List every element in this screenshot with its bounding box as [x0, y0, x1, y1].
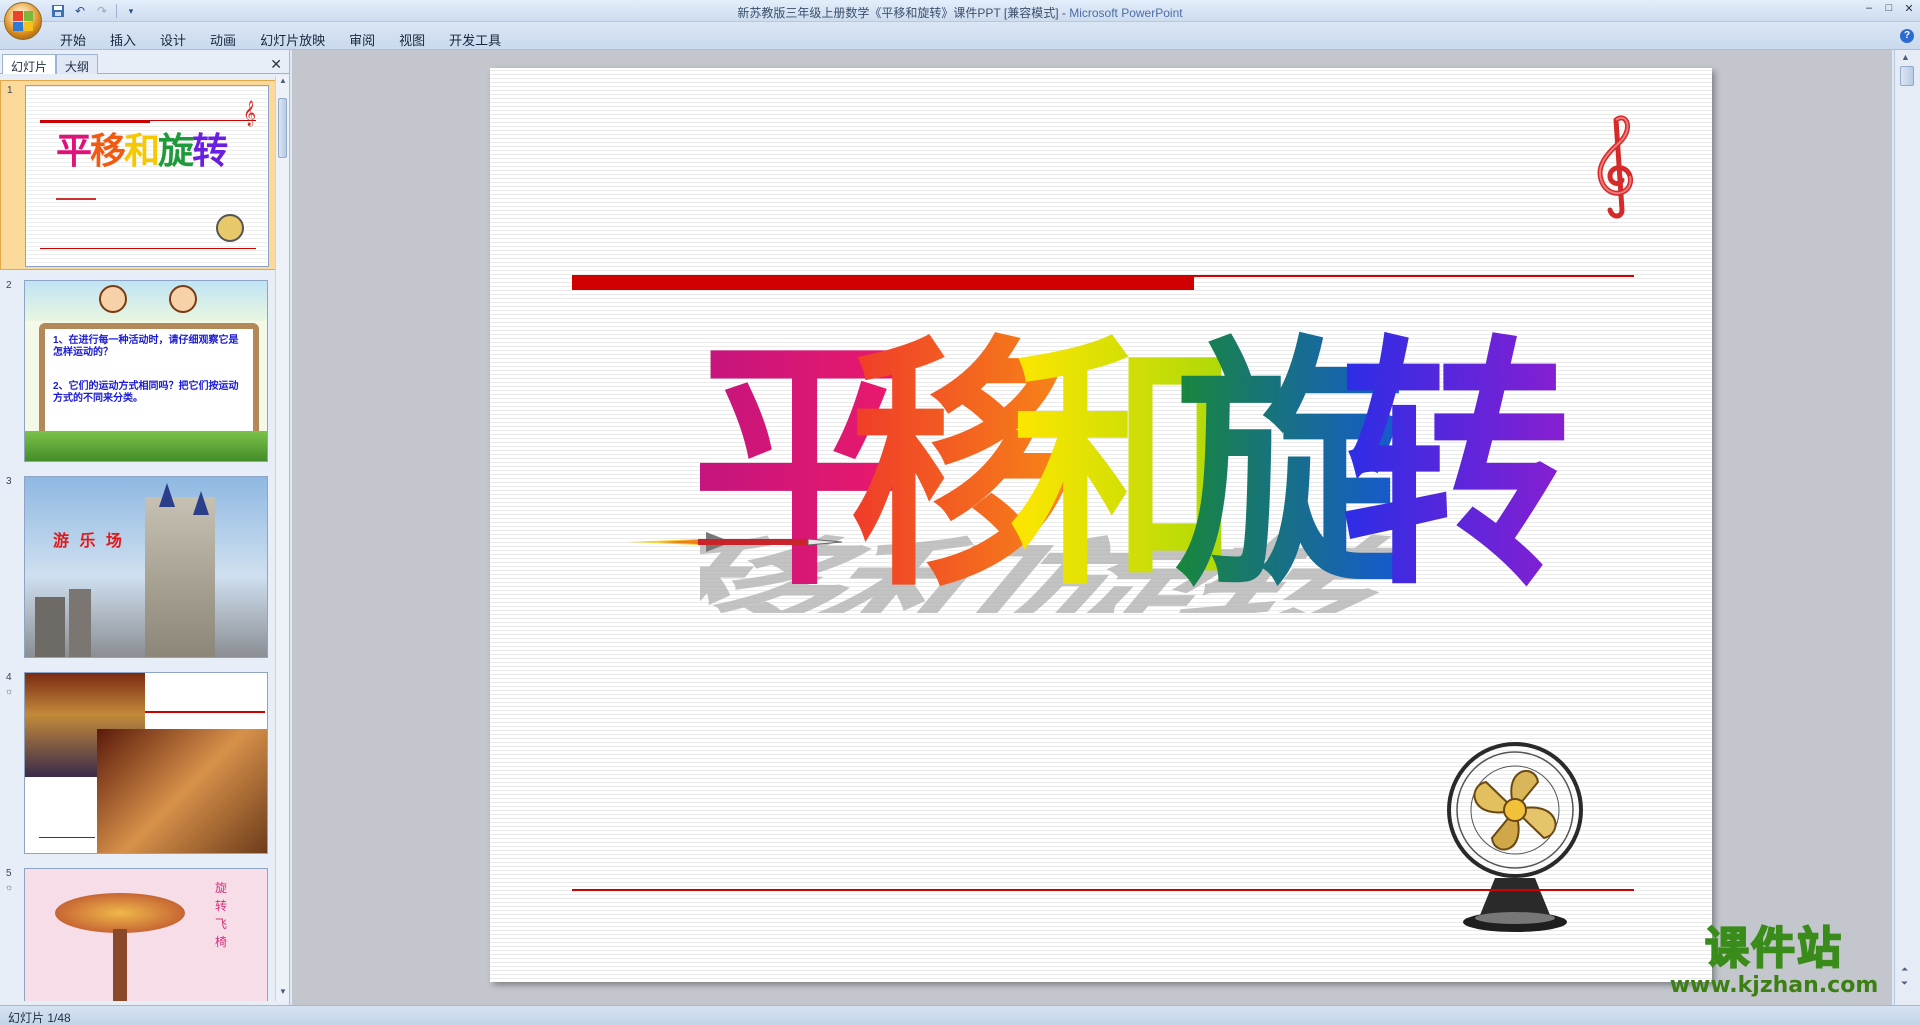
thumb-building	[35, 597, 65, 657]
tab-developer[interactable]: 开发工具	[437, 28, 513, 51]
prev-slide-icon[interactable]: ⏶	[1901, 964, 1908, 975]
status-bar: 幻灯片 1/48	[0, 1005, 1920, 1025]
thumb-text-1: 1、在进行每一种活动时，请仔细观察它是怎样运动的？	[53, 335, 239, 358]
title-bar: ↶ ↷ ▾ 新苏教版三年级上册数学《平移和旋转》课件PPT [兼容模式] - M…	[0, 0, 1920, 40]
slide-thumbnail: 平移和旋转 𝄞	[25, 85, 269, 267]
app-name: Microsoft PowerPoint	[1069, 6, 1183, 20]
tab-insert[interactable]: 插入	[98, 28, 148, 51]
thumb-tower-roof	[159, 483, 175, 507]
watermark-logo-text: 课件站	[1704, 923, 1843, 974]
thumbnail-slide-4[interactable]: 4 ☼	[0, 668, 276, 858]
window-controls: – □ ✕	[1862, 2, 1916, 15]
thumb-child-icon	[99, 285, 127, 313]
thumb-text-2: 2、它们的运动方式相同吗？把它们按运动方式的不同来分类。	[53, 381, 239, 404]
ribbon-tabs: 开始 插入 设计 动画 幻灯片放映 审阅 视图 开发工具	[48, 28, 513, 51]
office-logo-icon	[13, 11, 33, 31]
thumb-child-icon	[169, 285, 197, 313]
thumb-rocket-icon	[56, 198, 96, 200]
animation-icon: ☼	[5, 686, 14, 696]
close-button[interactable]: ✕	[1902, 2, 1916, 15]
bottom-red-line	[572, 889, 1634, 891]
site-watermark: 课件站 www.kjzhan.com	[1654, 923, 1894, 1005]
thumbnail-slide-3[interactable]: 3 游 乐 场	[0, 472, 276, 662]
thumb-sky	[25, 281, 267, 321]
minimize-button[interactable]: –	[1862, 2, 1876, 15]
thumbnail-slide-5[interactable]: 5 ☼ 旋转飞椅	[0, 864, 276, 1001]
thumb-carousel-photo-2	[97, 729, 267, 853]
office-button[interactable]	[4, 2, 42, 40]
scroll-up-icon[interactable]: ▲	[276, 76, 290, 90]
thumb-fan-icon	[216, 214, 244, 242]
thumbnail-slide-1[interactable]: 1 平移和旋转 𝄞	[0, 80, 276, 270]
slide-thumbnail: 旋转飞椅	[24, 868, 268, 1001]
rocket-icon	[628, 530, 848, 554]
window-title: 新苏教版三年级上册数学《平移和旋转》课件PPT [兼容模式] - Microso…	[0, 4, 1920, 21]
slide-canvas[interactable]: 平 移 和 旋 转 平 移 和 旋 转	[418, 68, 1712, 982]
slide-title: 平 移 和 旋 转 平 移 和 旋 转	[418, 283, 1570, 656]
slide-thumbnail	[24, 672, 268, 854]
tab-slides[interactable]: 幻灯片	[2, 54, 57, 74]
thumb-red-line	[39, 837, 95, 838]
thumb-swing-ride	[55, 893, 185, 933]
thumbnail-slide-2[interactable]: 2 1、在进行每一种活动时，请仔细观察它是怎样运动的？ 2、它们的运动方式相同吗…	[0, 276, 276, 466]
slide-number: 2	[6, 280, 12, 291]
thumb-title: 旋转飞椅	[214, 881, 227, 949]
pane-tabs: 幻灯片 大纲 ✕	[0, 52, 290, 74]
tab-design[interactable]: 设计	[148, 28, 198, 51]
tab-slideshow[interactable]: 幻灯片放映	[248, 28, 337, 51]
thumb-castle	[145, 497, 215, 657]
thumb-grass	[25, 431, 267, 461]
thumb-swing-pole	[113, 929, 127, 1001]
editor-scrollbar[interactable]: ▲ ⏶ ⏷	[1894, 50, 1920, 1005]
document-title: 新苏教版三年级上册数学《平移和旋转》课件PPT [兼容模式] -	[737, 6, 1070, 20]
tab-home[interactable]: 开始	[48, 28, 98, 51]
slide-number: 4	[6, 672, 12, 683]
thumb-bottom-line	[40, 248, 256, 249]
animation-icon: ☼	[5, 882, 14, 892]
thumb-building	[69, 589, 91, 657]
thumb-board: 1、在进行每一种活动时，请仔细观察它是怎样运动的？ 2、它们的运动方式相同吗？把…	[39, 323, 259, 447]
slide-thumbnail: 游 乐 场	[24, 476, 268, 658]
slides-pane: 幻灯片 大纲 ✕ 1 平移和旋转 𝄞 2 1、在进行每一种活动时，请仔细观察它是…	[0, 50, 290, 1005]
fan-icon	[1440, 738, 1590, 938]
thumb-title: 游 乐 场	[53, 533, 125, 550]
slide-number: 1	[7, 85, 13, 96]
title-characters: 平 移 和 旋 转	[690, 315, 1570, 622]
tab-view[interactable]: 视图	[387, 28, 437, 51]
help-icon[interactable]: ?	[1900, 29, 1914, 43]
tab-outline[interactable]: 大纲	[56, 54, 99, 74]
pane-close-icon[interactable]: ✕	[270, 56, 282, 73]
title-wordart: 平 移 和 旋 转 平 移 和 旋 转	[418, 315, 1570, 656]
next-slide-icon[interactable]: ⏷	[1901, 978, 1908, 989]
scroll-up-icon[interactable]: ▲	[1901, 52, 1910, 62]
scroll-thumb[interactable]	[1900, 66, 1914, 86]
slide-number: 3	[6, 476, 12, 487]
watermark-url: www.kjzhan.com	[1669, 973, 1879, 998]
restore-button[interactable]: □	[1882, 2, 1896, 15]
ribbon: 开始 插入 设计 动画 幻灯片放映 审阅 视图 开发工具 ?	[0, 22, 1920, 50]
treble-clef-icon	[1590, 110, 1640, 220]
treble-clef-icon: 𝄞	[242, 100, 256, 125]
thumb-red-line	[145, 711, 265, 713]
title-char-5: 转	[1340, 315, 1570, 613]
thumb-title: 平移和旋转	[56, 131, 228, 172]
pane-scrollbar[interactable]: ▲ ▼	[275, 76, 289, 1001]
scroll-down-icon[interactable]: ▼	[276, 987, 290, 1001]
slide-thumbnail: 1、在进行每一种活动时，请仔细观察它是怎样运动的？ 2、它们的运动方式相同吗？把…	[24, 280, 268, 462]
thumbnail-list: 1 平移和旋转 𝄞 2 1、在进行每一种活动时，请仔细观察它是怎样运动的？ 2、…	[0, 76, 276, 1001]
tab-review[interactable]: 审阅	[337, 28, 387, 51]
slide-number: 5	[6, 868, 12, 879]
tab-animations[interactable]: 动画	[198, 28, 248, 51]
scroll-thumb[interactable]	[278, 98, 287, 158]
thumb-tower-roof	[193, 491, 209, 515]
thumb-red-thin-line	[40, 120, 256, 121]
slide-counter: 幻灯片 1/48	[8, 1011, 71, 1025]
